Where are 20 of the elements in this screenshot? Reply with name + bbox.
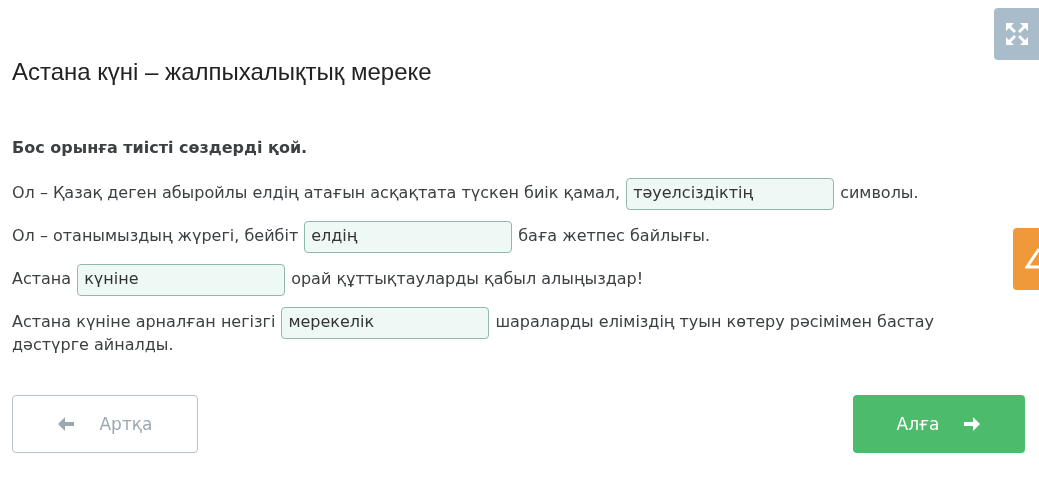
sentence-text: орай құттықтауларды қабыл алыңыздар! bbox=[291, 269, 644, 288]
answer-field[interactable]: елдің bbox=[304, 220, 513, 253]
sentence-text: Ол – Қазақ деген абыройлы елдің атағын асқақтата түскен биік қамал, bbox=[12, 183, 621, 202]
page-title: Астана күні – жалпыхалықтық мереке bbox=[12, 58, 433, 86]
instruction-text: Бос орынға тиісті сөздерді қой. bbox=[12, 138, 309, 157]
left-arrow-icon bbox=[57, 416, 76, 432]
fullscreen-button[interactable] bbox=[994, 8, 1039, 60]
answer-field[interactable]: күніне bbox=[77, 263, 286, 296]
right-arrow-icon bbox=[963, 416, 982, 432]
expand-icon bbox=[1003, 21, 1030, 47]
side-tab[interactable] bbox=[1013, 228, 1039, 290]
sentence-text: Астана күніне арналған негізгі bbox=[12, 312, 276, 331]
sentence-text: символы. bbox=[840, 183, 919, 202]
answer-field[interactable]: тәуелсіздіктің bbox=[626, 177, 835, 210]
sentence-text: баға жетпес байлығы. bbox=[518, 226, 711, 245]
answer-field[interactable]: мерекелік bbox=[281, 306, 490, 339]
sentence-text: дәстүрге айналды. bbox=[12, 335, 174, 355]
sentence-text: Астана bbox=[12, 269, 72, 288]
sentence-text: шараларды еліміздің туын көтеру рәсімімен бастау bbox=[495, 312, 935, 331]
sentence-text: Ол – отанымыздың жүрегі, бейбіт bbox=[12, 226, 299, 245]
